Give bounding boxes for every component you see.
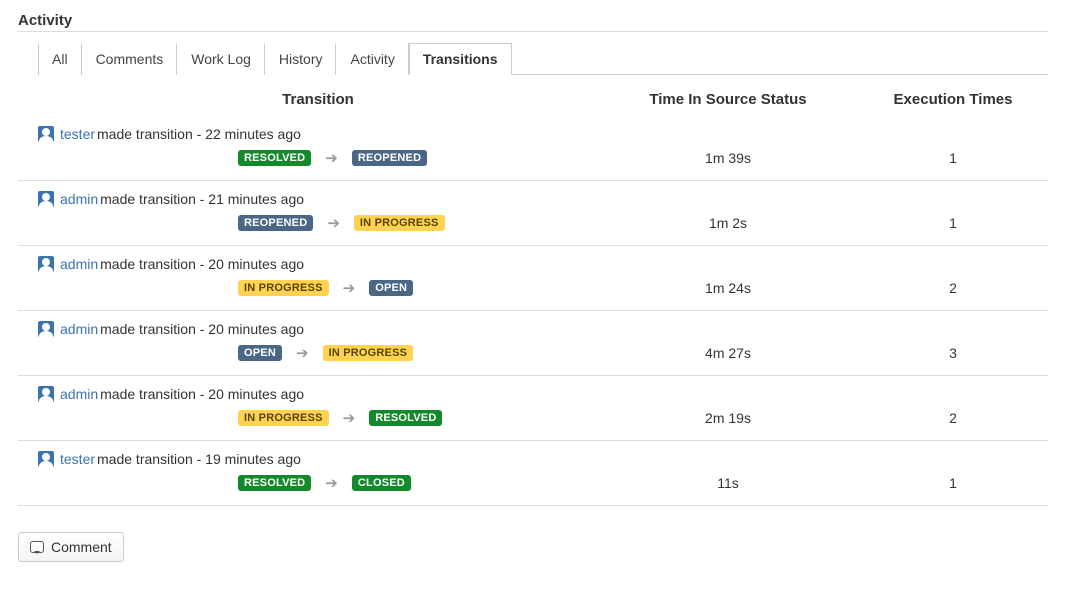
status-badge-to: IN PROGRESS (354, 215, 445, 231)
col-header-transition: Transition (38, 91, 598, 108)
status-badge-from: IN PROGRESS (238, 410, 329, 426)
avatar (38, 126, 54, 142)
avatar (38, 451, 54, 467)
avatar (38, 386, 54, 402)
status-badge-to: REOPENED (352, 150, 427, 166)
tab-all[interactable]: All (38, 43, 82, 75)
arrow-icon: ➔ (296, 346, 309, 361)
time-in-source: 2m 19s (598, 410, 858, 426)
time-in-source: 11s (598, 475, 858, 491)
transition-cell: RESOLVED ➔ CLOSED (38, 475, 598, 491)
comment-icon (30, 541, 44, 553)
comment-button[interactable]: Comment (18, 532, 124, 562)
arrow-icon: ➔ (343, 281, 356, 296)
execution-times: 3 (858, 345, 1048, 361)
tab-activity[interactable]: Activity (336, 43, 408, 75)
execution-times: 1 (858, 150, 1048, 166)
transition-row: tester made transition - 19 minutes ago R… (18, 441, 1048, 506)
user-link[interactable]: admin (60, 256, 98, 272)
transition-cell: IN PROGRESS ➔ RESOLVED (38, 410, 598, 426)
transition-cell: REOPENED ➔ IN PROGRESS (38, 215, 598, 231)
time-in-source: 1m 24s (598, 280, 858, 296)
tab-comments[interactable]: Comments (82, 43, 178, 75)
transition-meta: made transition - 20 minutes ago (100, 256, 304, 272)
status-badge-to: CLOSED (352, 475, 411, 491)
tab-history[interactable]: History (265, 43, 337, 75)
transition-row: tester made transition - 22 minutes ago R… (18, 116, 1048, 181)
transition-meta: made transition - 21 minutes ago (100, 191, 304, 207)
tab-work-log[interactable]: Work Log (177, 43, 265, 75)
transition-meta: made transition - 22 minutes ago (97, 126, 301, 142)
transition-row: admin made transition - 20 minutes ago IN… (18, 376, 1048, 441)
transitions-table-body: tester made transition - 22 minutes ago R… (18, 116, 1048, 506)
transitions-table-header: Transition Time In Source Status Executi… (18, 81, 1048, 116)
avatar (38, 191, 54, 207)
arrow-icon: ➔ (325, 151, 338, 166)
user-link[interactable]: admin (60, 386, 98, 402)
activity-section-title: Activity (18, 12, 1048, 32)
status-badge-from: RESOLVED (238, 475, 311, 491)
user-link[interactable]: admin (60, 191, 98, 207)
time-in-source: 4m 27s (598, 345, 858, 361)
execution-times: 2 (858, 280, 1048, 296)
time-in-source: 1m 2s (598, 215, 858, 231)
transition-cell: OPEN ➔ IN PROGRESS (38, 345, 598, 361)
transition-meta: made transition - 19 minutes ago (97, 451, 301, 467)
comment-button-label: Comment (51, 539, 112, 555)
arrow-icon: ➔ (325, 476, 338, 491)
avatar (38, 256, 54, 272)
time-in-source: 1m 39s (598, 150, 858, 166)
col-header-exec: Execution Times (858, 91, 1048, 108)
user-link[interactable]: admin (60, 321, 98, 337)
user-link[interactable]: tester (60, 126, 95, 142)
transition-row: admin made transition - 20 minutes ago IN… (18, 246, 1048, 311)
transition-cell: RESOLVED ➔ REOPENED (38, 150, 598, 166)
tab-transitions[interactable]: Transitions (409, 43, 512, 75)
status-badge-from: RESOLVED (238, 150, 311, 166)
execution-times: 2 (858, 410, 1048, 426)
col-header-time: Time In Source Status (598, 91, 858, 108)
status-badge-from: IN PROGRESS (238, 280, 329, 296)
status-badge-to: RESOLVED (369, 410, 442, 426)
transition-meta: made transition - 20 minutes ago (100, 321, 304, 337)
status-badge-from: REOPENED (238, 215, 313, 231)
activity-tabs: AllCommentsWork LogHistoryActivityTransi… (38, 42, 1048, 75)
execution-times: 1 (858, 215, 1048, 231)
avatar (38, 321, 54, 337)
transition-row: admin made transition - 21 minutes ago RE… (18, 181, 1048, 246)
transition-cell: IN PROGRESS ➔ OPEN (38, 280, 598, 296)
status-badge-to: IN PROGRESS (323, 345, 414, 361)
transition-meta: made transition - 20 minutes ago (100, 386, 304, 402)
execution-times: 1 (858, 475, 1048, 491)
transition-row: admin made transition - 20 minutes ago OP… (18, 311, 1048, 376)
arrow-icon: ➔ (327, 216, 340, 231)
status-badge-to: OPEN (369, 280, 413, 296)
status-badge-from: OPEN (238, 345, 282, 361)
arrow-icon: ➔ (343, 411, 356, 426)
user-link[interactable]: tester (60, 451, 95, 467)
